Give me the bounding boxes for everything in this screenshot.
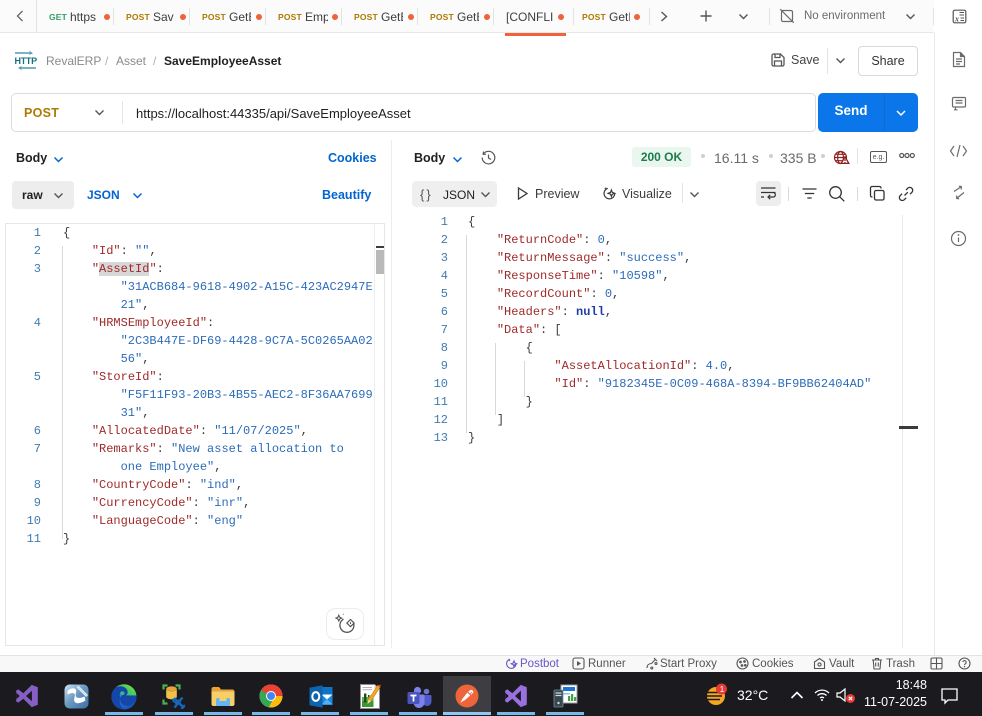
- svg-text:x: x: [954, 15, 959, 24]
- svg-text:HTTP: HTTP: [15, 56, 38, 66]
- svg-text:1: 1: [720, 684, 725, 694]
